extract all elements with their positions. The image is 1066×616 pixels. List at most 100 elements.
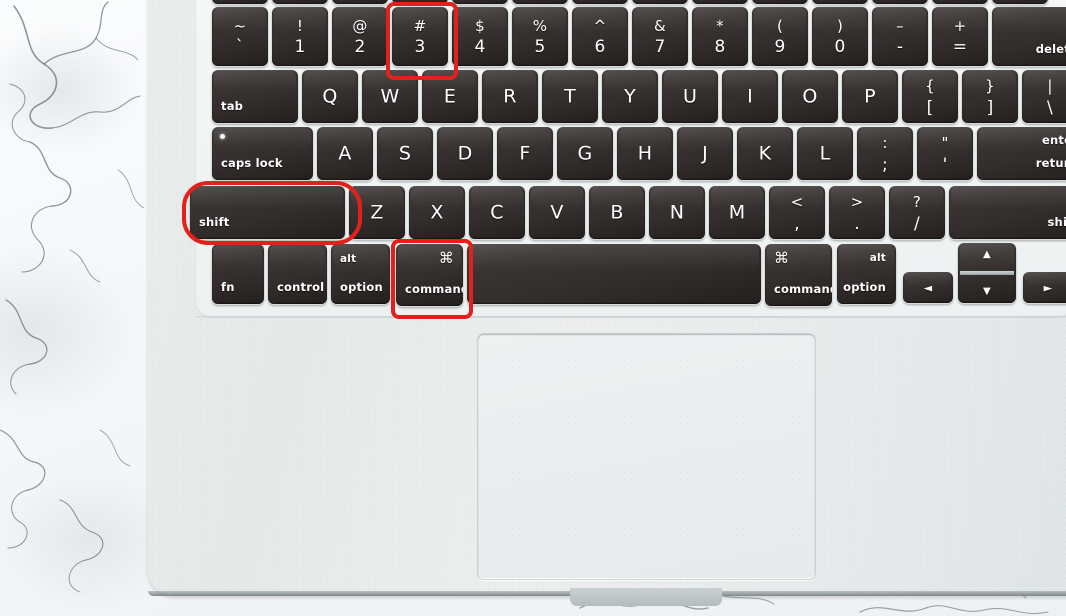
key-arrow-right[interactable]: ► bbox=[1023, 272, 1066, 303]
key-minus[interactable]: – - bbox=[872, 7, 928, 66]
key-y[interactable]: Y bbox=[602, 70, 658, 123]
arrow-key-divider bbox=[960, 271, 1014, 275]
key-l[interactable]: L bbox=[797, 127, 853, 180]
key-label-bottom: 5 bbox=[534, 36, 546, 57]
key-label: delete bbox=[1035, 41, 1066, 56]
fkey[interactable] bbox=[272, 0, 328, 4]
key-t[interactable]: T bbox=[542, 70, 598, 123]
key-label-top: : bbox=[882, 134, 888, 152]
key-bracket-right[interactable]: } ] bbox=[962, 70, 1018, 123]
trackpad[interactable] bbox=[477, 333, 816, 580]
key-8[interactable]: * 8 bbox=[692, 7, 748, 66]
key-k[interactable]: K bbox=[737, 127, 793, 180]
key-label-bottom: ' bbox=[942, 154, 948, 175]
key-0[interactable]: ) 0 bbox=[812, 7, 868, 66]
fkey[interactable] bbox=[692, 0, 748, 4]
key-quote[interactable]: " ' bbox=[917, 127, 973, 180]
key-9[interactable]: ( 9 bbox=[752, 7, 808, 66]
key-option-left[interactable]: alt option bbox=[331, 244, 390, 304]
key-label: O bbox=[802, 85, 818, 107]
key-label-bottom: ` bbox=[235, 36, 245, 57]
fkey[interactable] bbox=[512, 0, 568, 4]
key-label-top: % bbox=[532, 16, 548, 35]
key-a[interactable]: A bbox=[317, 127, 373, 180]
key-label-bottom: 0 bbox=[834, 36, 846, 57]
key-v[interactable]: V bbox=[529, 186, 585, 239]
key-g[interactable]: G bbox=[557, 127, 613, 180]
key-3[interactable]: # 3 bbox=[392, 7, 448, 66]
key-arrow-left[interactable]: ◄ bbox=[903, 272, 953, 303]
key-i[interactable]: I bbox=[722, 70, 778, 123]
key-label-top: # bbox=[413, 16, 427, 35]
key-z[interactable]: Z bbox=[349, 186, 405, 239]
key-6[interactable]: ^ 6 bbox=[572, 7, 628, 66]
key-label: control bbox=[277, 279, 325, 294]
key-label: J bbox=[702, 142, 708, 164]
key-label-top: @ bbox=[352, 16, 368, 35]
key-r[interactable]: R bbox=[482, 70, 538, 123]
key-5[interactable]: % 5 bbox=[512, 7, 568, 66]
fkey[interactable] bbox=[212, 0, 268, 4]
key-u[interactable]: U bbox=[662, 70, 718, 123]
key-fn[interactable]: fn bbox=[212, 244, 264, 304]
key-n[interactable]: N bbox=[649, 186, 705, 239]
key-bracket-left[interactable]: { [ bbox=[902, 70, 958, 123]
key-w[interactable]: W bbox=[362, 70, 418, 123]
fkey[interactable] bbox=[392, 0, 448, 4]
key-1[interactable]: ! 1 bbox=[272, 7, 328, 66]
key-label-bottom: \ bbox=[1047, 97, 1053, 118]
key-f[interactable]: F bbox=[497, 127, 553, 180]
key-m[interactable]: M bbox=[709, 186, 765, 239]
arrow-left-icon: ◄ bbox=[923, 281, 933, 294]
key-o[interactable]: O bbox=[782, 70, 838, 123]
key-caps-lock[interactable]: caps lock bbox=[212, 127, 313, 180]
key-b[interactable]: B bbox=[589, 186, 645, 239]
key-control[interactable]: control bbox=[268, 244, 327, 304]
key-p[interactable]: P bbox=[842, 70, 898, 123]
fkey[interactable] bbox=[332, 0, 388, 4]
key-command-right[interactable]: ⌘ command bbox=[765, 244, 832, 306]
fkey[interactable] bbox=[932, 0, 988, 4]
fkey[interactable] bbox=[752, 0, 808, 4]
key-arrow-updown[interactable]: ▲ ▼ bbox=[958, 243, 1016, 303]
key-delete[interactable]: delete bbox=[992, 7, 1066, 66]
key-tab[interactable]: tab bbox=[212, 70, 298, 123]
key-x[interactable]: X bbox=[409, 186, 465, 239]
arrow-up-icon[interactable]: ▲ bbox=[958, 250, 1016, 260]
key-comma[interactable]: < , bbox=[769, 186, 825, 239]
key-shift-left[interactable]: shift bbox=[190, 186, 345, 239]
key-2[interactable]: @ 2 bbox=[332, 7, 388, 66]
key-command-left[interactable]: ⌘ command bbox=[396, 244, 463, 306]
key-d[interactable]: D bbox=[437, 127, 493, 180]
key-q[interactable]: Q bbox=[302, 70, 358, 123]
fkey[interactable] bbox=[872, 0, 928, 4]
key-label-top: + bbox=[953, 16, 967, 35]
key-e[interactable]: E bbox=[422, 70, 478, 123]
key-7[interactable]: & 7 bbox=[632, 7, 688, 66]
key-period[interactable]: > . bbox=[829, 186, 885, 239]
key-h[interactable]: H bbox=[617, 127, 673, 180]
key-label-top: | bbox=[1047, 77, 1053, 95]
key-label-top: ? bbox=[912, 193, 922, 211]
key-label-top: – bbox=[896, 16, 904, 35]
key-c[interactable]: C bbox=[469, 186, 525, 239]
key-space[interactable] bbox=[467, 244, 761, 304]
key-semicolon[interactable]: : ; bbox=[857, 127, 913, 180]
key-backslash[interactable]: | \ bbox=[1022, 70, 1066, 123]
key-s[interactable]: S bbox=[377, 127, 433, 180]
fkey[interactable] bbox=[452, 0, 508, 4]
fkey[interactable] bbox=[812, 0, 868, 4]
key-4[interactable]: $ 4 bbox=[452, 7, 508, 66]
key-shift-right[interactable]: shift bbox=[949, 186, 1066, 239]
key-return[interactable]: enter return bbox=[977, 127, 1066, 180]
fkey[interactable] bbox=[992, 0, 1048, 4]
key-j[interactable]: J bbox=[677, 127, 733, 180]
key-slash[interactable]: ? / bbox=[889, 186, 945, 239]
arrow-down-icon[interactable]: ▼ bbox=[958, 287, 1016, 297]
trackpad-texture bbox=[478, 334, 815, 579]
fkey[interactable] bbox=[572, 0, 628, 4]
fkey[interactable] bbox=[632, 0, 688, 4]
key-option-right[interactable]: alt option bbox=[837, 244, 896, 304]
key-equals[interactable]: + = bbox=[932, 7, 988, 66]
key-tilde[interactable]: ~ ` bbox=[212, 7, 268, 66]
